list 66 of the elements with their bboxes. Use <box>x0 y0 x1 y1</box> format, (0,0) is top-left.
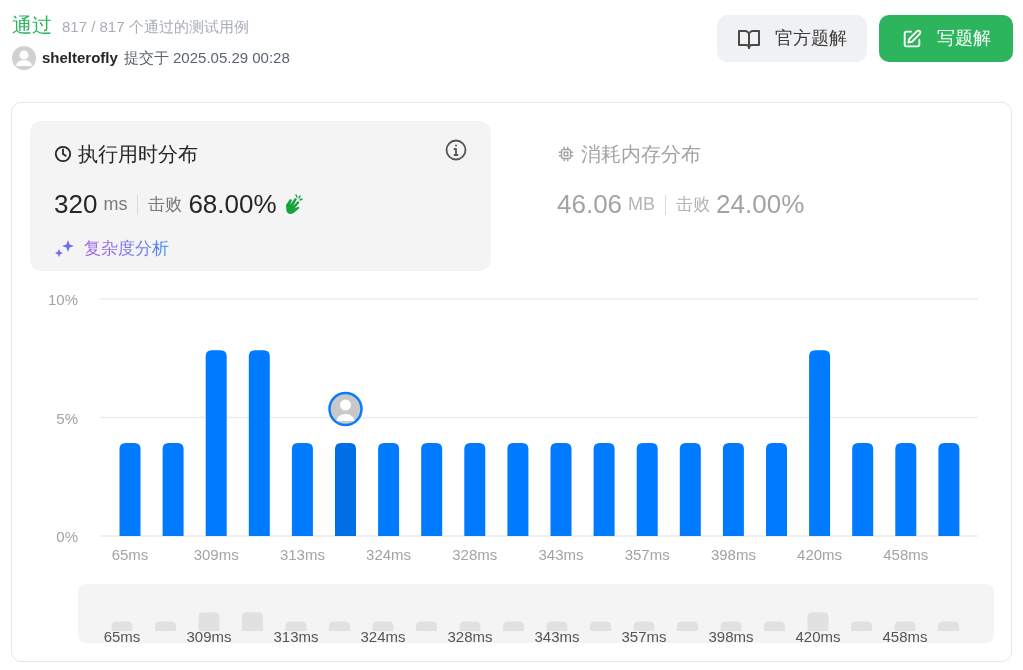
y-axis-label: 0% <box>56 528 78 545</box>
overview-label: 65ms <box>103 628 141 645</box>
overview-brush[interactable] <box>78 584 994 643</box>
official-solution-button[interactable]: 官方题解 <box>717 15 867 62</box>
bar[interactable] <box>248 350 270 536</box>
overview-label: 458ms <box>882 628 928 645</box>
bar[interactable] <box>378 443 400 536</box>
beats-percent: 24.00% <box>716 188 805 221</box>
bar[interactable] <box>852 443 874 536</box>
bar[interactable] <box>895 443 917 536</box>
y-axis-label: 10% <box>47 291 78 308</box>
overview-label: 309ms <box>186 628 232 645</box>
beats-percent: 68.00% <box>188 188 277 221</box>
bar[interactable] <box>205 350 227 536</box>
stat-title: 执行用时分布 <box>78 142 198 167</box>
overview-label: 313ms <box>273 628 319 645</box>
y-axis-label: 5% <box>56 409 78 427</box>
x-axis-label: 398ms <box>710 546 756 563</box>
avatar-icon <box>12 46 36 70</box>
submission-time: 提交于 2025.05.29 00:28 <box>123 47 290 68</box>
bar[interactable] <box>809 350 831 536</box>
stat-title: 消耗内存分布 <box>581 142 701 167</box>
x-axis-label: 420ms <box>797 546 843 563</box>
bar[interactable] <box>291 443 313 536</box>
x-axis-label: 458ms <box>883 546 929 563</box>
bar[interactable] <box>119 443 141 536</box>
stat-value: 320 <box>54 188 98 221</box>
bar[interactable] <box>679 443 701 536</box>
x-axis-label: 309ms <box>193 546 239 563</box>
result-status: 通过 <box>12 13 52 38</box>
bar[interactable] <box>421 443 443 536</box>
username[interactable]: shelterofly <box>42 46 118 70</box>
stat-unit: MB <box>628 193 656 216</box>
bar[interactable] <box>593 443 615 536</box>
x-axis-label: 357ms <box>624 546 670 563</box>
x-axis-label: 313ms <box>279 546 325 563</box>
bar[interactable] <box>722 443 744 536</box>
beats-label: 击败 <box>148 193 183 216</box>
stat-tab[interactable]: 执行用时分布 320 ms 击败 68.00% 复杂度分析 <box>30 121 491 271</box>
overview-label: 398ms <box>708 628 754 645</box>
book-icon <box>737 27 761 50</box>
passed-cases: 817 / 817 个通过的测试用例 <box>62 17 249 37</box>
edit-icon <box>901 27 923 50</box>
beats-label: 击败 <box>676 193 711 216</box>
bar[interactable] <box>636 443 658 536</box>
stat-unit: ms <box>103 193 128 216</box>
bar[interactable] <box>162 443 184 536</box>
clock-icon <box>54 145 72 163</box>
overview-label: 328ms <box>447 628 493 645</box>
x-axis-label: 343ms <box>538 546 584 563</box>
overview-label: 357ms <box>621 628 667 645</box>
x-axis-label: 324ms <box>366 546 412 563</box>
chip-icon <box>557 145 575 163</box>
x-axis-label: 328ms <box>452 546 498 563</box>
info-icon[interactable] <box>445 139 467 161</box>
bar[interactable] <box>507 443 529 536</box>
overview-label: 324ms <box>360 628 406 645</box>
sparkle-icon <box>54 238 76 259</box>
bar[interactable] <box>938 443 960 536</box>
stat-value: 46.06 <box>557 188 623 221</box>
user-marker-icon <box>328 391 363 427</box>
overview-label: 420ms <box>795 628 841 645</box>
bar[interactable] <box>464 443 486 536</box>
bar[interactable] <box>550 443 572 536</box>
x-axis-label: 65ms <box>111 546 149 563</box>
overview-label: 343ms <box>534 628 580 645</box>
